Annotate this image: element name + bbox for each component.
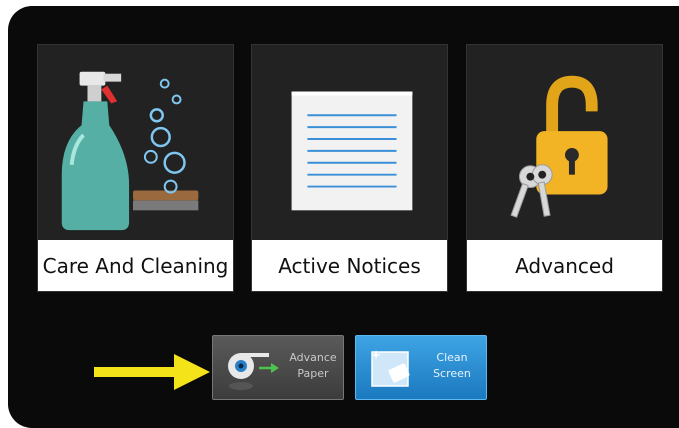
tile-label: Advanced [467,240,662,291]
paper-roll-icon [228,353,279,390]
active-notices-tile[interactable]: Active Notices [251,44,448,292]
advanced-tile[interactable]: Advanced [466,44,663,292]
document-icon [291,91,413,211]
tile-label: Care And Cleaning [38,240,233,291]
clean-screen-label-line1: Clean [436,351,468,364]
spray-bottle-icon [61,71,199,231]
care-and-cleaning-tile[interactable]: Care And Cleaning [37,44,234,292]
clean-screen-button[interactable]: Clean Screen [355,335,487,400]
pointer-arrow-icon [94,354,210,390]
advance-paper-button[interactable]: Advance Paper [212,335,344,400]
tile-label: Active Notices [252,240,447,291]
clean-screen-label-line2: Screen [433,367,471,380]
clean-screen-icon [371,350,410,387]
padlock-keys-icon [510,75,608,218]
advance-paper-label-line1: Advance [289,351,337,364]
advance-paper-label-line2: Paper [297,367,329,380]
